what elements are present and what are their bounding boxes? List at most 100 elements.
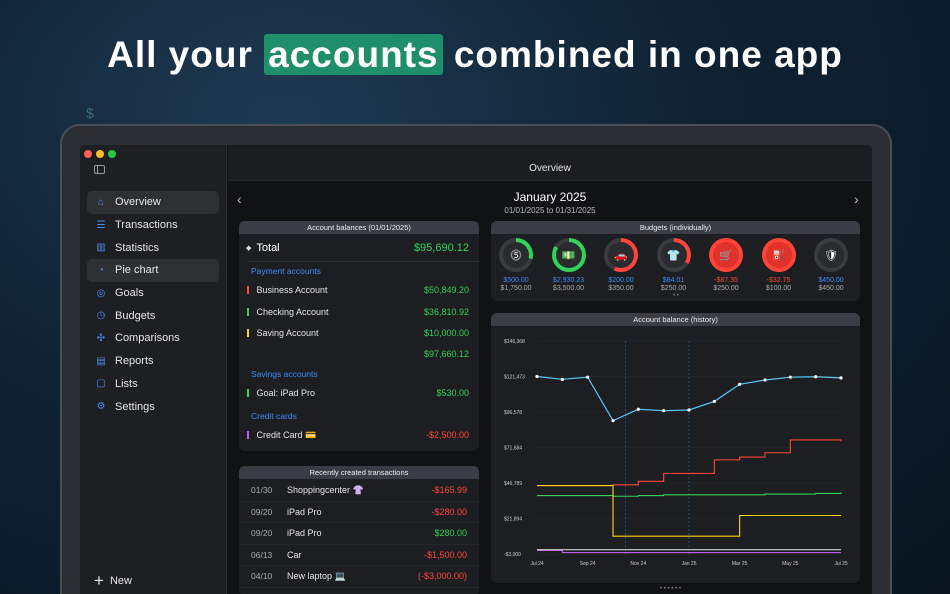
budget-max: $250.00 [713,285,739,292]
sidebar-item-overview[interactable]: ⌂ Overview [87,191,219,214]
budget-progress-ring: 💵 [551,238,586,272]
transaction-row[interactable]: 09/20 iPad Pro $280.00 [239,523,479,545]
account-value: $50,849.20 [423,285,469,295]
y-tick-label: $21,894 [504,517,522,523]
gauge-icon: ◷ [96,310,106,322]
account-row[interactable]: Credit Card 💳 -$2,500.00 [239,427,479,443]
account-name: Goal: iPad Pro [256,387,316,398]
data-point [712,399,716,404]
sidebar-item-lists[interactable]: ▢ Lists [87,373,219,396]
x-tick-label: Sep 24 [580,561,596,567]
fuel-icon: ⛽ [765,242,792,268]
transaction-amount: -$165.99 [431,485,467,496]
diamond-icon: ◆ [246,245,252,252]
x-tick-label: Mar 25 [732,561,748,567]
account-name: Checking Account [256,306,329,317]
sidebar-nav: ⌂ Overview ☰ Transactions ▥ Statistics ◔ Pie ch… [87,191,219,418]
sidebar-item-reports[interactable]: ▤ Reports [87,350,219,373]
cart-icon: 🛒 [713,242,739,268]
y-tick-label: $96,578 [504,410,522,416]
transaction-row[interactable]: 04/10 New laptop 💻 (-$3,000.00) [239,566,479,588]
app-window: ⌂ Overview ☰ Transactions ▥ Statistics ◔ Pie ch… [80,145,872,594]
target-icon: ◎ [96,287,106,299]
budget-max: $3,500.00 [552,285,585,292]
data-point [763,378,767,382]
sidebar-item-comparisons[interactable]: ✣ Comparisons [87,327,219,350]
account-balances-title: Account balances (01/01/2025) [239,221,479,234]
transaction-amount: $280.00 [434,528,467,539]
payment-subtotal: $97,660.12 [423,348,469,359]
transaction-amount: (-$3,000.00) [417,571,467,582]
budget-item[interactable]: 🛒 -$87.35 $250.00 [706,238,746,292]
list-icon: ☰ [96,219,106,231]
home-icon: ⌂ [97,196,105,208]
zoom-window-button[interactable] [108,150,116,158]
total-label: Total [256,242,280,254]
sidebar-item-label: Statistics [115,241,160,254]
headline-pre: All your [107,34,253,75]
section-heading: Payment accounts [251,266,321,276]
sidebar-item-transactions[interactable]: ☰ Transactions [87,214,219,237]
month-title: January 2025 [513,190,587,204]
data-point [662,409,666,413]
account-name: Credit Card 💳 [256,429,317,440]
chart-page-dots[interactable]: • • • • • • [660,586,681,592]
transaction-row[interactable]: 01/30 Shoppingcenter 👚 -$165.99 [239,480,479,502]
budget-value: $84.01 [662,277,685,284]
sidebar-item-statistics[interactable]: ▥ Statistics [87,236,219,259]
transaction-name: iPad Pro [287,506,322,517]
balance-history-panel: Account balance (history) $146,368 $121,4… [491,313,860,583]
dollar-decoration: $ [86,105,94,121]
car-icon: 🚗 [608,242,634,268]
new-button[interactable]: + New [94,572,132,589]
sidebar-item-label: Budgets [115,309,156,322]
minimize-window-button[interactable] [96,150,104,158]
sidebar-item-label: Pie chart [115,264,159,277]
y-tick-label: $121,473 [504,375,525,381]
transaction-row[interactable]: 09/20 iPad Pro -$280.00 [239,502,479,523]
budget-item[interactable]: 💵 $2,930.23 $3,500.00 [549,238,589,292]
section-heading: Credit cards [251,411,297,421]
account-row[interactable]: Checking Account $36,810.92 [239,304,479,320]
budget-item[interactable]: ⓹ $500.00 $1,750.00 [496,238,536,292]
budget-item[interactable]: 👕 $84.01 $250.00 [654,238,694,292]
account-name: Saving Account [256,328,319,338]
close-window-button[interactable] [84,150,92,158]
bar-chart-icon: ▥ [96,242,106,254]
budgets-page-dots[interactable]: • • [673,293,679,299]
budget-item[interactable]: 🚗 $200.00 $350.00 [601,238,641,292]
x-tick-label: May 25 [782,561,799,567]
sidebar-toggle-icon[interactable] [94,165,105,174]
transaction-name: New laptop 💻 [287,570,346,581]
sidebar-item-budgets[interactable]: ◷ Budgets [87,304,219,327]
y-tick-label: $46,789 [504,481,522,487]
sidebar-item-label: Comparisons [115,332,180,345]
budget-value: -$32.75 [766,277,791,284]
account-row[interactable]: Saving Account $10,000.00 [239,325,479,341]
sidebar-item-goals[interactable]: ◎ Goals [87,282,219,305]
account-row[interactable]: Goal: iPad Pro $530.00 [239,385,479,401]
budget-value: $200.00 [608,277,634,284]
account-color-bar [247,388,249,397]
y-tick-label: $71,684 [504,446,522,452]
budget-item[interactable]: 🛡 $450.00 $450.00 [811,238,851,292]
sidebar-item-label: Settings [115,400,155,413]
sidebar-item-label: Overview [115,196,161,209]
transaction-name: Car [287,549,302,560]
budget-item[interactable]: ⛽ -$32.75 $100.00 [759,238,799,292]
headline-highlight: accounts [264,34,443,75]
transaction-row[interactable]: 06/13 Car -$1,500.00 [239,545,479,566]
sidebar-item-label: Reports [115,355,154,368]
divider [249,261,479,262]
y-tick-label: -$3,000 [504,552,521,558]
account-row[interactable]: Business Account $50,849.20 [239,282,479,298]
report-icon: ▤ [96,355,106,367]
x-tick-label: Jul 25 [834,561,848,567]
budget-progress-ring: 👕 [656,238,691,272]
sidebar-item-pie-chart[interactable]: ◔ Pie chart [87,259,219,282]
sidebar-item-settings[interactable]: ⚙ Settings [87,395,219,418]
data-point [636,407,640,411]
budget-progress-ring: 🚗 [604,238,638,272]
budget-max: $250.00 [660,285,687,292]
data-point [586,375,590,379]
